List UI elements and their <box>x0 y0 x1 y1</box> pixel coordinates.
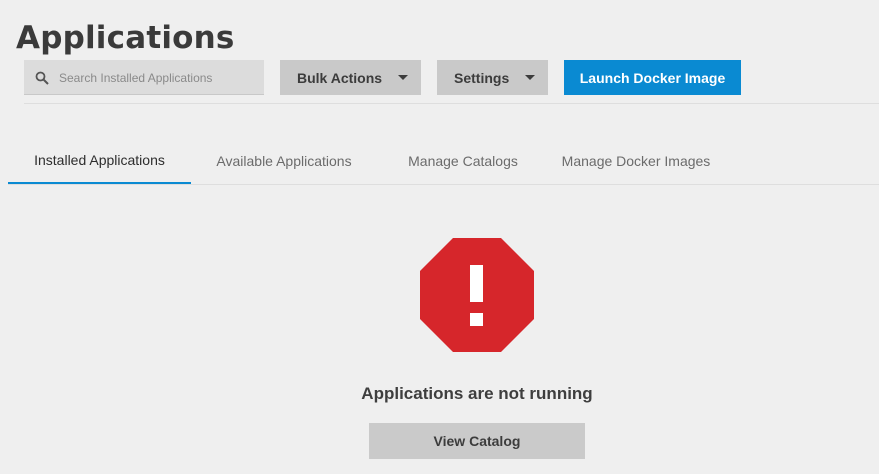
launch-docker-image-button[interactable]: Launch Docker Image <box>564 60 741 95</box>
error-octagon-icon <box>420 238 534 352</box>
bulk-actions-label: Bulk Actions <box>297 69 383 86</box>
search-icon <box>35 71 49 85</box>
tab-installed-applications[interactable]: Installed Applications <box>8 138 191 184</box>
applications-page: Applications Bulk Actions Settings Launc… <box>0 0 879 474</box>
view-catalog-button[interactable]: View Catalog <box>369 423 585 459</box>
tab-manage-docker-images[interactable]: Manage Docker Images <box>548 138 724 184</box>
tab-divider <box>8 184 879 185</box>
empty-state: Applications are not running View Catalo… <box>0 238 879 468</box>
chevron-down-icon <box>525 75 535 80</box>
search-input[interactable] <box>59 60 259 95</box>
tab-manage-catalogs[interactable]: Manage Catalogs <box>388 138 538 184</box>
toolbar-divider <box>24 103 879 104</box>
settings-button[interactable]: Settings <box>437 60 548 95</box>
empty-state-message: Applications are not running <box>361 384 593 403</box>
tab-available-applications[interactable]: Available Applications <box>198 138 370 184</box>
search-box[interactable] <box>24 60 264 95</box>
page-title: Applications <box>16 20 235 56</box>
settings-label: Settings <box>454 69 510 86</box>
bulk-actions-button[interactable]: Bulk Actions <box>280 60 421 95</box>
tab-bar: Installed Applications Available Applica… <box>8 138 879 184</box>
chevron-down-icon <box>398 75 408 80</box>
